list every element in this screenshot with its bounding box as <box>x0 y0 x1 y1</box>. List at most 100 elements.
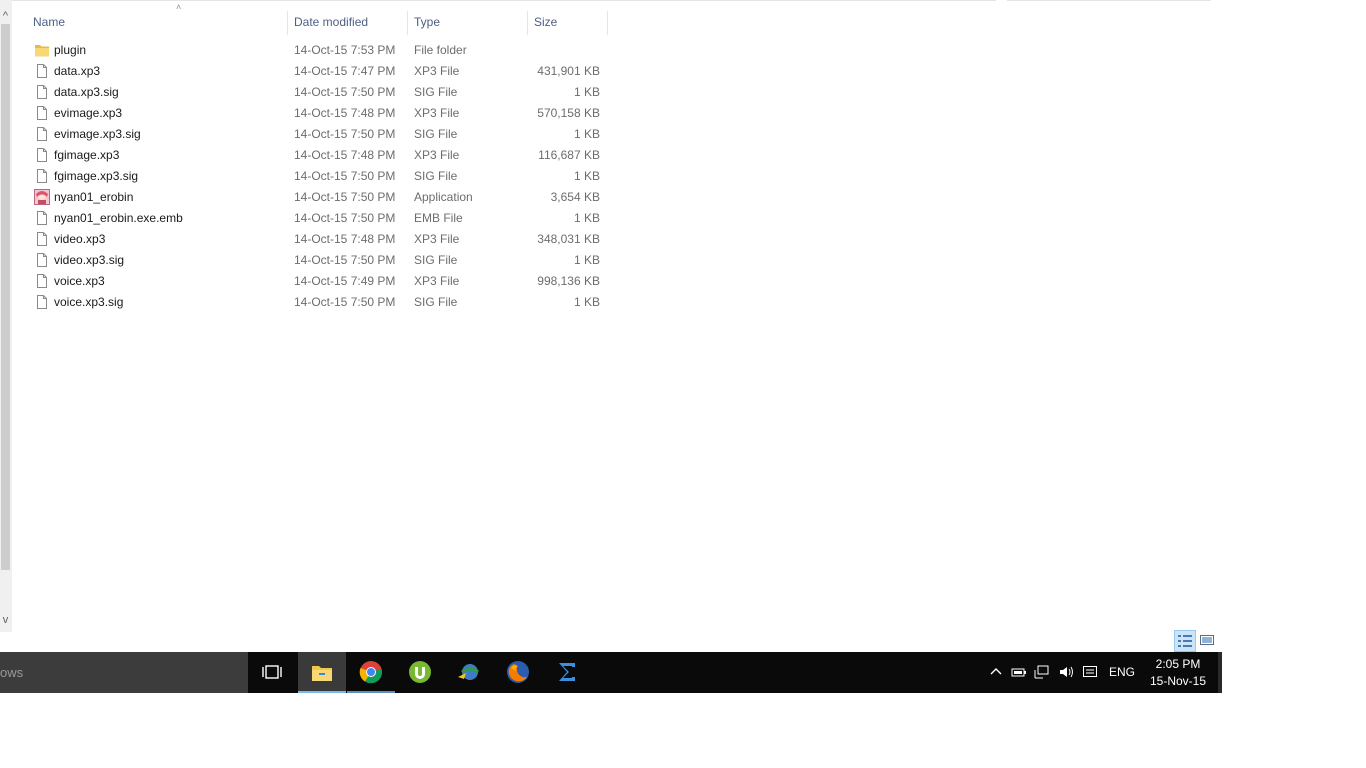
file-row[interactable]: evimage.xp3.sig 14-Oct-15 7:50 PM SIG File… <box>26 124 608 145</box>
sigma-app-taskbar-button[interactable] <box>543 652 591 693</box>
firefox-taskbar-button[interactable] <box>494 652 542 693</box>
file-date-modified: 14-Oct-15 7:48 PM <box>294 148 396 162</box>
chrome-taskbar-button[interactable] <box>347 652 395 693</box>
clock-time: 2:05 PM <box>1155 657 1201 671</box>
column-header-date-modified[interactable]: Date modified <box>287 9 407 35</box>
cortana-search-box[interactable]: ows <box>0 652 248 693</box>
action-center-icon[interactable] <box>1082 664 1098 680</box>
active-indicator <box>298 691 346 693</box>
scroll-up-arrow-icon[interactable]: ^ <box>0 8 11 24</box>
vertical-scrollbar[interactable]: ^ v <box>0 0 12 632</box>
file-icon <box>34 210 50 226</box>
file-row[interactable]: nyan01_erobin.exe.emb 14-Oct-15 7:50 PM EM… <box>26 208 608 229</box>
folder-icon <box>34 42 50 58</box>
column-header-date-label: Date modified <box>294 15 369 29</box>
file-type: Application <box>414 190 473 204</box>
input-language-indicator[interactable]: ENG <box>1109 665 1135 679</box>
task-view-button[interactable] <box>248 652 296 693</box>
file-size: 570,158 KB <box>537 106 600 120</box>
scroll-down-arrow-icon[interactable]: v <box>0 612 11 628</box>
column-header-size-label: Size <box>534 15 558 29</box>
column-header-type[interactable]: Type <box>407 9 527 35</box>
file-name: fgimage.xp3.sig <box>54 169 139 183</box>
volume-icon[interactable] <box>1058 664 1074 680</box>
file-icon <box>34 147 50 163</box>
file-date-modified: 14-Oct-15 7:50 PM <box>294 211 396 225</box>
file-icon <box>34 273 50 289</box>
file-icon <box>34 84 50 100</box>
show-hidden-icons-chevron-icon[interactable] <box>988 664 1004 680</box>
battery-icon[interactable] <box>1011 664 1027 680</box>
file-size: 1 KB <box>573 295 600 309</box>
file-row[interactable]: fgimage.xp3 14-Oct-15 7:48 PM XP3 File 116,… <box>26 145 608 166</box>
column-header-row: Name ˄ Date modified Type Size <box>26 2 608 35</box>
internet-download-manager-icon <box>458 664 479 680</box>
task-view-icon <box>262 665 282 679</box>
column-header-name-label: Name <box>33 15 66 29</box>
file-row[interactable]: voice.xp3 14-Oct-15 7:49 PM XP3 File 998,13… <box>26 271 608 292</box>
file-size: 1 KB <box>573 127 600 141</box>
file-row[interactable]: nyan01_erobin 14-Oct-15 7:50 PM Applicatio… <box>26 187 608 208</box>
utorrent-taskbar-button[interactable] <box>396 652 444 693</box>
scroll-thumb[interactable] <box>1 24 10 570</box>
file-icon <box>34 168 50 184</box>
file-icon <box>34 294 50 310</box>
details-view-button[interactable] <box>1174 630 1196 652</box>
file-size: 348,031 KB <box>537 232 600 246</box>
file-icon <box>34 63 50 79</box>
file-row[interactable]: plugin 14-Oct-15 7:53 PM File folder <box>26 40 608 61</box>
file-type: SIG File <box>414 169 458 183</box>
utorrent-icon <box>409 661 431 683</box>
large-icons-view-button[interactable] <box>1199 632 1215 648</box>
taskbar: ows ENG 2:05 PM 15-Nov-15 <box>0 652 1222 693</box>
file-row[interactable]: data.xp3.sig 14-Oct-15 7:50 PM SIG File 1 K… <box>26 82 608 103</box>
file-row[interactable]: video.xp3.sig 14-Oct-15 7:50 PM SIG File 1 … <box>26 250 608 271</box>
column-header-name[interactable]: Name <box>26 9 286 35</box>
file-row[interactable]: fgimage.xp3.sig 14-Oct-15 7:50 PM SIG File… <box>26 166 608 187</box>
file-name: voice.xp3.sig <box>54 295 124 309</box>
file-size: 998,136 KB <box>537 274 600 288</box>
firefox-icon <box>507 661 529 683</box>
file-type: SIG File <box>414 85 458 99</box>
file-date-modified: 14-Oct-15 7:48 PM <box>294 232 396 246</box>
file-explorer-icon <box>312 666 332 681</box>
file-type: EMB File <box>414 211 463 225</box>
file-icon <box>34 105 50 121</box>
file-name: voice.xp3 <box>54 274 105 288</box>
sigma-app-icon <box>559 663 575 681</box>
file-name: data.xp3 <box>54 64 101 78</box>
column-header-size[interactable]: Size <box>527 9 607 35</box>
file-name: nyan01_erobin.exe.emb <box>54 211 183 225</box>
file-date-modified: 14-Oct-15 7:47 PM <box>294 64 396 78</box>
window-top-border <box>0 0 996 1</box>
search-placeholder: ows <box>0 665 24 680</box>
internet-download-manager-taskbar-button[interactable] <box>445 652 493 693</box>
file-row[interactable]: evimage.xp3 14-Oct-15 7:48 PM XP3 File 570,… <box>26 103 608 124</box>
chrome-icon <box>359 661 383 684</box>
file-list: plugin 14-Oct-15 7:53 PM File folder data.x… <box>26 40 608 313</box>
file-row[interactable]: video.xp3 14-Oct-15 7:48 PM XP3 File 348,03… <box>26 229 608 250</box>
file-type: XP3 File <box>414 64 460 78</box>
file-type: XP3 File <box>414 148 460 162</box>
file-type: File folder <box>414 43 467 57</box>
file-explorer-taskbar-button[interactable] <box>298 652 346 693</box>
network-icon[interactable] <box>1034 664 1050 680</box>
file-row[interactable]: voice.xp3.sig 14-Oct-15 7:50 PM SIG File 1 … <box>26 292 608 313</box>
large-icons-view-icon <box>1200 635 1214 645</box>
file-date-modified: 14-Oct-15 7:53 PM <box>294 43 396 57</box>
file-date-modified: 14-Oct-15 7:48 PM <box>294 106 396 120</box>
taskbar-clock[interactable]: 2:05 PM 15-Nov-15 <box>1146 656 1210 690</box>
show-desktop-button[interactable] <box>1218 652 1222 693</box>
file-type: SIG File <box>414 253 458 267</box>
file-type: XP3 File <box>414 232 460 246</box>
file-row[interactable]: data.xp3 14-Oct-15 7:47 PM XP3 File 431,901… <box>26 61 608 82</box>
file-date-modified: 14-Oct-15 7:50 PM <box>294 127 396 141</box>
file-icon <box>34 252 50 268</box>
file-size: 1 KB <box>573 211 600 225</box>
file-name: evimage.xp3.sig <box>54 127 141 141</box>
file-date-modified: 14-Oct-15 7:50 PM <box>294 253 396 267</box>
file-date-modified: 14-Oct-15 7:50 PM <box>294 190 396 204</box>
file-name: fgimage.xp3 <box>54 148 120 162</box>
column-divider[interactable] <box>607 11 608 35</box>
file-size: 1 KB <box>573 85 600 99</box>
